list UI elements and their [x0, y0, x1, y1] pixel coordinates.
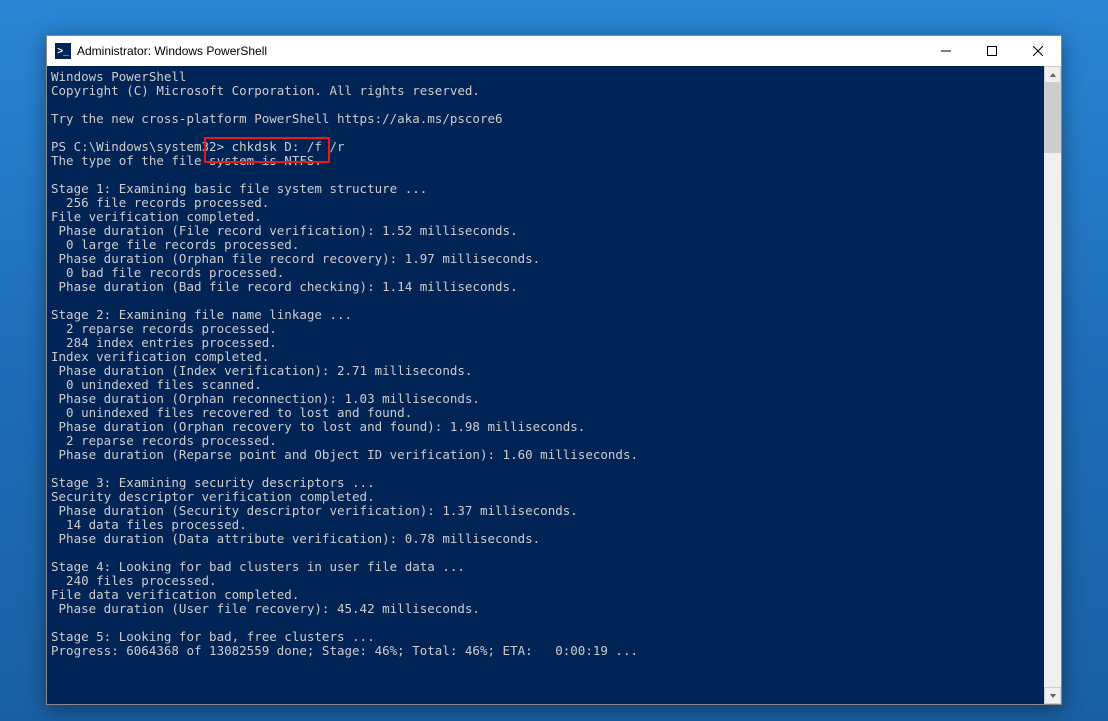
powershell-icon: >_	[55, 43, 71, 59]
minimize-button[interactable]	[923, 36, 969, 66]
scroll-down-button[interactable]	[1044, 687, 1061, 704]
titlebar[interactable]: >_ Administrator: Windows PowerShell	[47, 36, 1061, 66]
vertical-scrollbar[interactable]	[1044, 66, 1061, 704]
console-area: Windows PowerShell Copyright (C) Microso…	[47, 66, 1061, 704]
maximize-button[interactable]	[969, 36, 1015, 66]
scrollbar-track[interactable]	[1044, 83, 1061, 687]
window-title: Administrator: Windows PowerShell	[77, 44, 267, 58]
powershell-window: >_ Administrator: Windows PowerShell Win…	[46, 35, 1062, 705]
terminal-output: Windows PowerShell Copyright (C) Microso…	[51, 70, 1040, 658]
scroll-up-button[interactable]	[1044, 66, 1061, 83]
console-viewport[interactable]: Windows PowerShell Copyright (C) Microso…	[47, 66, 1044, 704]
scrollbar-thumb[interactable]	[1044, 83, 1061, 153]
close-button[interactable]	[1015, 36, 1061, 66]
